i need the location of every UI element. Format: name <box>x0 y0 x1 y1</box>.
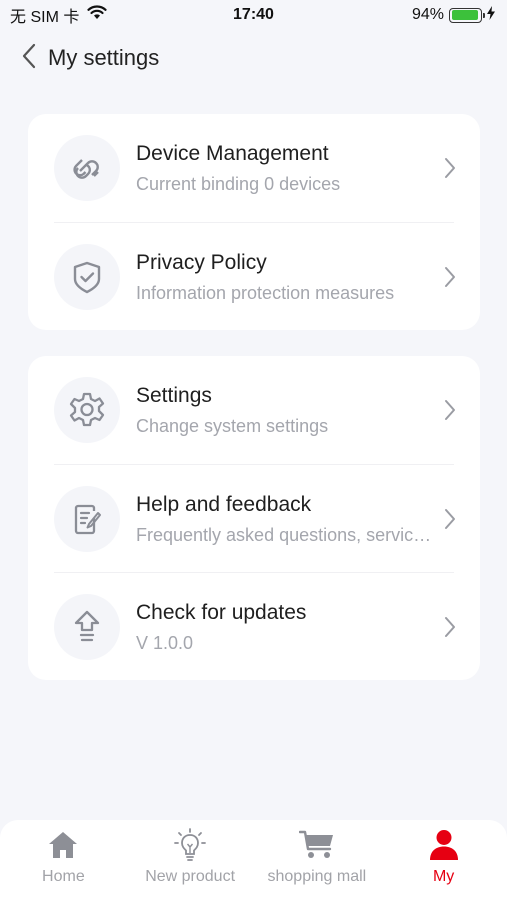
item-title: Help and feedback <box>136 492 312 516</box>
tab-bar: Home New product shopping mall My <box>0 820 507 900</box>
item-subtitle: Current binding 0 devices <box>136 174 341 194</box>
chevron-right-icon <box>436 266 456 288</box>
menu-item-device-management[interactable]: Device Management Current binding 0 devi… <box>54 114 456 222</box>
cart-icon <box>298 828 335 862</box>
settings-group-2: Settings Change system settings Help and… <box>28 356 480 680</box>
page-title: My settings <box>48 45 160 70</box>
item-subtitle: Change system settings <box>136 416 329 436</box>
chevron-right-icon <box>436 157 456 179</box>
lightbulb-icon <box>174 828 207 862</box>
item-title: Settings <box>136 384 212 407</box>
edit-document-icon <box>54 485 120 552</box>
item-subtitle: Information protection measures <box>136 282 395 303</box>
shield-check-icon <box>54 243 120 310</box>
battery-icon <box>449 7 485 23</box>
chevron-right-icon <box>436 399 456 421</box>
carrier-label: 无 SIM 卡 <box>10 9 80 26</box>
chevron-left-icon <box>22 43 36 74</box>
nav-header: My settings <box>0 36 507 80</box>
upload-arrow-icon <box>54 593 120 660</box>
menu-item-settings[interactable]: Settings Change system settings <box>54 356 456 464</box>
tab-label: shopping mall <box>267 868 367 885</box>
menu-item-privacy-policy[interactable]: Privacy Policy Information protection me… <box>54 222 456 330</box>
item-subtitle: V 1.0.0 <box>136 632 194 653</box>
tab-label: Home <box>42 868 85 885</box>
item-title: Device Management <box>136 142 329 165</box>
link-icon <box>54 135 120 201</box>
tab-label: My <box>432 868 455 885</box>
item-title: Privacy Policy <box>136 250 267 274</box>
tab-label: New product <box>145 868 236 885</box>
tab-shopping-mall[interactable]: shopping mall <box>254 820 381 900</box>
settings-group-1: Device Management Current binding 0 devi… <box>28 114 480 330</box>
item-title: Check for updates <box>136 600 307 624</box>
item-subtitle: Frequently asked questions, service feed… <box>136 524 436 545</box>
battery-percent: 94% <box>411 6 444 23</box>
charging-bolt-icon <box>487 5 495 25</box>
menu-item-check-updates[interactable]: Check for updates V 1.0.0 <box>54 572 456 680</box>
home-icon <box>48 828 78 862</box>
tab-my[interactable]: My <box>380 820 507 900</box>
person-icon <box>429 828 459 862</box>
tab-home[interactable]: Home <box>0 820 127 900</box>
status-bar: 无 SIM 卡 17:40 94% <box>0 0 507 30</box>
chevron-right-icon <box>436 508 456 530</box>
gear-icon <box>54 377 120 443</box>
chevron-right-icon <box>436 616 456 638</box>
menu-item-help-feedback[interactable]: Help and feedback Frequently asked quest… <box>54 464 456 572</box>
back-button[interactable] <box>14 36 44 80</box>
wifi-icon <box>87 5 107 25</box>
tab-new-product[interactable]: New product <box>127 820 254 900</box>
